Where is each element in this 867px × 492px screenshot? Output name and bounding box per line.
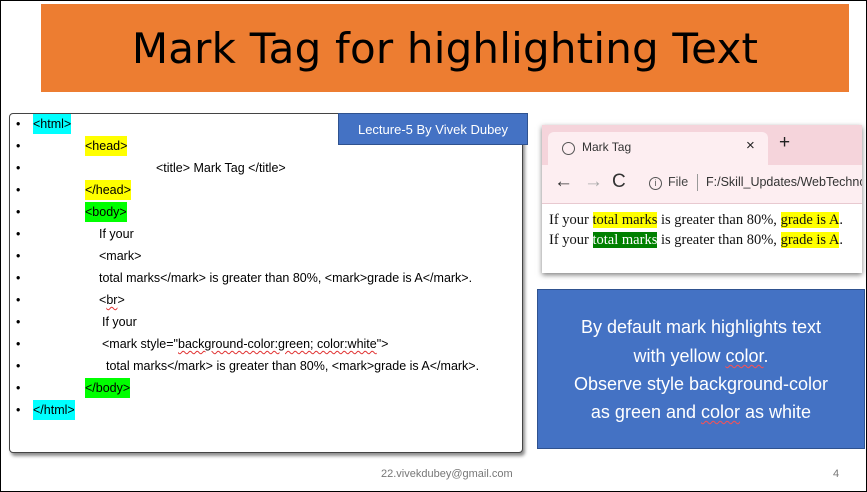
- body-open-tag: <body>: [85, 202, 127, 222]
- panel-text: as white: [740, 402, 812, 422]
- plain-text: If your: [549, 232, 593, 248]
- info-icon[interactable]: i: [649, 177, 662, 190]
- forward-arrow-icon[interactable]: →: [584, 171, 603, 193]
- mark-style-tag: <mark style="background-color:green; col…: [102, 334, 388, 354]
- head-open-tag: <head>: [85, 136, 128, 156]
- br-name: br: [106, 293, 118, 307]
- bullet: •: [16, 271, 21, 285]
- tab-strip: Mark Tag × +: [542, 125, 862, 165]
- title-line: <title> Mark Tag </title>: [156, 161, 286, 175]
- panel-line: as green and color as white: [538, 401, 864, 423]
- back-arrow-icon[interactable]: ←: [554, 171, 573, 193]
- code-listing: • <html> • <head> • <title> Mark Tag </t…: [9, 113, 523, 453]
- mark-style-value: background-color:green; color:white: [178, 337, 377, 351]
- rendered-line-styled: If your total marks is greater than 80%,…: [549, 232, 843, 249]
- yellow-mark: total marks: [592, 212, 658, 228]
- title-banner: Mark Tag for highlighting Text: [41, 4, 849, 92]
- browser-tab[interactable]: Mark Tag ×: [548, 132, 768, 165]
- bullet: •: [16, 315, 21, 329]
- marked-text-line: total marks</mark> is greater than 80%, …: [99, 271, 473, 285]
- panel-text: color: [701, 402, 741, 422]
- plain-text: .: [839, 232, 843, 248]
- address-bar[interactable]: F:/Skill_Updates/WebTechno: [706, 175, 862, 189]
- plain-text: If your: [549, 212, 593, 228]
- br-tag: <br>: [99, 290, 125, 310]
- slide-frame: Mark Tag for highlighting Text • <html> …: [0, 0, 867, 492]
- tab-title: Mark Tag: [582, 140, 632, 154]
- panel-text: .: [763, 346, 769, 366]
- text-if-your: If your: [99, 227, 134, 241]
- body-close-tag: </body>: [85, 378, 131, 398]
- mark-open-tag: <mark>: [99, 249, 142, 263]
- panel-line: Observe style background-color: [573, 374, 829, 394]
- slide-title: Mark Tag for highlighting Text: [131, 23, 759, 73]
- bullet: •: [16, 249, 21, 263]
- plain-text: is greater than 80%,: [657, 232, 781, 248]
- close-icon[interactable]: ×: [746, 137, 755, 154]
- head-close-tag: </head>: [85, 180, 131, 200]
- marked-text-line: total marks</mark> is greater than 80%, …: [106, 359, 480, 373]
- reload-icon[interactable]: C: [612, 171, 626, 193]
- bullet: •: [16, 337, 21, 351]
- browser-toolbar: ← → C i File F:/Skill_Updates/WebTechno: [542, 165, 862, 204]
- new-tab-button[interactable]: +: [779, 132, 790, 154]
- green-mark: total marks: [592, 232, 658, 248]
- html-close-tag: </html>: [33, 400, 75, 420]
- footer-email: 22.vivekdubey@gmail.com: [381, 468, 513, 480]
- bullet: •: [16, 381, 21, 395]
- bullet: •: [16, 359, 21, 373]
- browser-screenshot: Mark Tag × + ← → C i File F:/Skill_Updat…: [542, 125, 862, 273]
- html-open-tag: <html>: [33, 114, 72, 134]
- text-if-your: If your: [102, 315, 137, 329]
- yellow-mark: grade is A: [780, 212, 840, 228]
- bullet: •: [16, 293, 21, 307]
- mark-style-open: <mark style=": [102, 337, 178, 351]
- panel-line: with yellow color.: [538, 345, 864, 367]
- panel-line: By default mark highlights text: [580, 317, 822, 337]
- bullet: •: [16, 161, 21, 175]
- bullet: •: [16, 403, 21, 417]
- panel-text: color: [725, 346, 764, 366]
- panel-text: as green and: [590, 402, 702, 422]
- url-divider: [697, 174, 698, 191]
- bullet: •: [16, 139, 21, 153]
- plain-text: is greater than 80%,: [657, 212, 781, 228]
- rendered-page: If your total marks is greater than 80%,…: [542, 204, 862, 273]
- rendered-line-default: If your total marks is greater than 80%,…: [549, 212, 843, 229]
- plain-text: .: [839, 212, 843, 228]
- lecture-badge: Lecture-5 By Vivek Dubey: [338, 113, 528, 145]
- bullet: •: [16, 205, 21, 219]
- bullet: •: [16, 183, 21, 197]
- bullet: •: [16, 227, 21, 241]
- explanation-panel: By default mark highlights text with yel…: [537, 289, 865, 449]
- yellow-mark: grade is A: [780, 232, 840, 248]
- br-gt: >: [117, 293, 125, 307]
- bullet: •: [16, 117, 21, 131]
- file-label: File: [668, 175, 689, 189]
- mark-style-close: ">: [376, 337, 389, 351]
- page-number: 4: [833, 468, 840, 480]
- panel-text: with yellow: [633, 346, 726, 366]
- globe-icon: [562, 142, 575, 155]
